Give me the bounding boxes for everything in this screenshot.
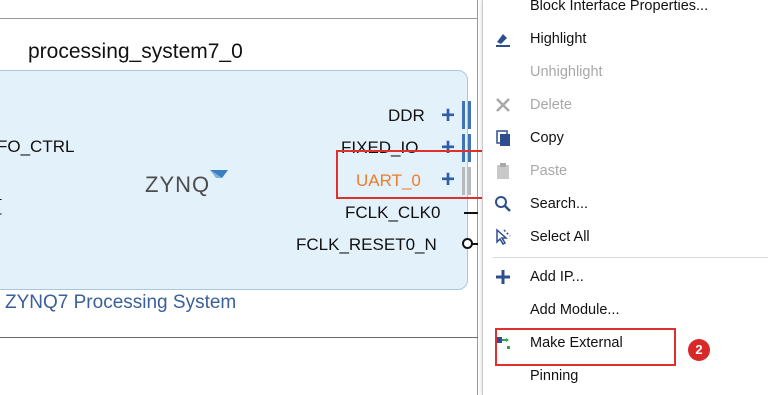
paste-icon — [497, 163, 509, 179]
port-ddr-label: DDR — [388, 106, 425, 125]
zynq-logo-mark-icon — [210, 170, 228, 178]
menu-item-block-interface-properties[interactable]: Block Interface Properties... — [483, 0, 768, 23]
port-ddr-bus-2[interactable] — [468, 101, 471, 129]
callout-badge-2: 2 — [688, 339, 710, 361]
highlight-icon — [496, 34, 510, 47]
add-icon — [496, 270, 510, 284]
menu-item-highlight[interactable]: Highlight — [483, 23, 768, 56]
menu-item-add-module[interactable]: Add Module... — [483, 294, 768, 327]
copy-icon — [496, 130, 510, 146]
search-icon — [495, 196, 511, 212]
uart0-highlight-box — [336, 150, 485, 199]
port-fclk-clk0-label: FCLK_CLK0 — [345, 203, 441, 222]
make-external-highlight-box — [495, 328, 676, 366]
delete-icon — [496, 98, 510, 112]
block-instance-title: processing_system7_0 — [28, 40, 243, 63]
zynq-logo: ZYNQ — [145, 172, 211, 197]
port-ddr-expand-icon[interactable]: + — [441, 104, 455, 128]
port-fclk-reset0-n-stub — [472, 243, 478, 245]
menu-item-search[interactable]: Search... — [483, 188, 768, 221]
menu-item-copy[interactable]: Copy — [483, 122, 768, 155]
menu-item-unhighlight[interactable]: Unhighlight — [483, 56, 768, 89]
diagram-canvas[interactable]: processing_system7_0 FO_CTRL [ ZYNQ DDR … — [0, 0, 485, 395]
port-fixed-io-ctrl-label: FO_CTRL — [0, 137, 75, 156]
menu-item-add-ip[interactable]: Add IP... — [483, 261, 768, 294]
port-ddr-bus[interactable] — [462, 101, 465, 129]
port-fclk-clk0-pin[interactable] — [464, 212, 478, 214]
menu-item-delete[interactable]: Delete — [483, 89, 768, 122]
block-ip-name: ZYNQ7 Processing System — [5, 292, 237, 313]
port-left-clipped-label: [ — [0, 196, 2, 216]
port-fclk-reset0-n-label: FCLK_RESET0_N — [296, 235, 437, 254]
menu-separator — [493, 257, 768, 258]
context-menu: Block Interface Properties... Highlight … — [482, 0, 768, 395]
menu-item-paste[interactable]: Paste — [483, 155, 768, 188]
select-all-icon — [496, 228, 511, 245]
menu-item-select-all[interactable]: Select All — [483, 221, 768, 254]
canvas-top-rule — [0, 0, 478, 19]
canvas-bottom-rule — [0, 337, 478, 338]
